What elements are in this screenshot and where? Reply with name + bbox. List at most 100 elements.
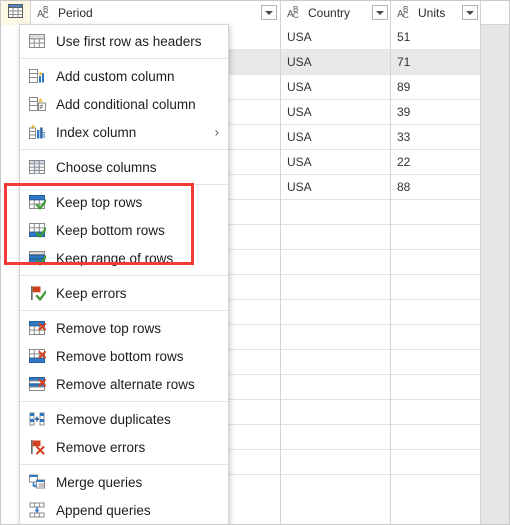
menu-item-keep-errors[interactable]: Keep errors <box>20 279 228 307</box>
table-cell[interactable] <box>391 425 480 450</box>
remove-duplicates-icon <box>28 410 46 428</box>
remove-alternate-rows-icon <box>28 375 46 393</box>
table-cell[interactable] <box>391 350 480 375</box>
add-custom-column-icon <box>28 67 46 85</box>
column-body-units: 51 71 89 39 33 22 88 <box>391 25 481 524</box>
table-cell[interactable] <box>391 450 480 475</box>
menu-item-remove-bottom-rows[interactable]: Remove bottom rows <box>20 342 228 370</box>
menu-item-label: Remove duplicates <box>56 411 171 427</box>
table-cell[interactable] <box>391 250 480 275</box>
menu-item-append-queries[interactable]: Append queries <box>20 496 228 524</box>
table-cell[interactable] <box>391 225 480 250</box>
table-cell[interactable]: USA <box>281 100 390 125</box>
table-cell[interactable] <box>391 275 480 300</box>
reduce-rows-context-menu[interactable]: Use first row as headers Add custom colum… <box>19 24 229 524</box>
table-cell[interactable] <box>281 325 390 350</box>
table-cell[interactable]: USA <box>281 75 390 100</box>
menu-item-label: Keep bottom rows <box>56 222 165 238</box>
table-cell[interactable] <box>281 400 390 425</box>
keep-errors-icon <box>28 284 46 302</box>
table-cell[interactable]: USA <box>281 25 390 50</box>
menu-item-label: Index column <box>56 124 137 140</box>
table-cell[interactable]: 71 <box>391 50 480 75</box>
menu-item-remove-duplicates[interactable]: Remove duplicates <box>20 405 228 433</box>
menu-item-label: Remove errors <box>56 439 146 455</box>
table-cell[interactable] <box>281 375 390 400</box>
menu-separator <box>20 275 228 276</box>
keep-bottom-rows-icon <box>28 221 46 239</box>
menu-item-label: Append queries <box>56 502 151 518</box>
append-queries-icon <box>28 501 46 519</box>
menu-item-use-first-row-as-headers[interactable]: Use first row as headers <box>20 27 228 55</box>
menu-item-label: Keep range of rows <box>56 250 174 266</box>
menu-item-label: Keep errors <box>56 285 127 301</box>
table-cell[interactable] <box>391 325 480 350</box>
menu-separator <box>20 310 228 311</box>
table-cell[interactable]: 51 <box>391 25 480 50</box>
table-cell[interactable] <box>281 275 390 300</box>
menu-item-keep-bottom-rows[interactable]: Keep bottom rows <box>20 216 228 244</box>
filter-dropdown-icon-period[interactable] <box>261 5 277 20</box>
menu-item-index-column[interactable]: Index column › <box>20 118 228 146</box>
menu-item-remove-alternate-rows[interactable]: Remove alternate rows <box>20 370 228 398</box>
table-cell[interactable] <box>281 250 390 275</box>
column-header-period[interactable]: ABC Period <box>31 1 281 25</box>
menu-item-merge-queries[interactable]: Merge queries <box>20 468 228 496</box>
column-header-label: Period <box>58 6 93 20</box>
table-cell[interactable]: 22 <box>391 150 480 175</box>
menu-item-choose-columns[interactable]: Choose columns <box>20 153 228 181</box>
table-cell[interactable]: USA <box>281 125 390 150</box>
table-cell[interactable] <box>281 350 390 375</box>
table-cell[interactable] <box>281 200 390 225</box>
menu-item-keep-range-of-rows[interactable]: Keep range of rows <box>20 244 228 272</box>
menu-item-remove-errors[interactable]: Remove errors <box>20 433 228 461</box>
menu-item-keep-top-rows[interactable]: Keep top rows <box>20 188 228 216</box>
menu-item-label: Remove top rows <box>56 320 162 336</box>
menu-item-label: Merge queries <box>56 474 143 490</box>
table-cell[interactable] <box>281 300 390 325</box>
keep-top-rows-icon <box>28 193 46 211</box>
menu-item-label: Remove bottom rows <box>56 348 184 364</box>
table-cell[interactable]: 33 <box>391 125 480 150</box>
add-conditional-column-icon: ≠ <box>28 95 46 113</box>
menu-separator <box>20 184 228 185</box>
abc-text-type-icon: ABC <box>397 5 409 20</box>
remove-top-rows-icon <box>28 319 46 337</box>
column-header-label: Units <box>418 6 446 20</box>
filter-dropdown-icon-country[interactable] <box>372 5 388 20</box>
abc-text-type-icon: ABC <box>287 5 299 20</box>
menu-item-add-custom-column[interactable]: Add custom column <box>20 62 228 90</box>
table-cell[interactable]: 39 <box>391 100 480 125</box>
column-body-country: USA USA USA USA USA USA USA <box>281 25 391 524</box>
index-column-icon <box>28 123 46 141</box>
menu-item-label: Add custom column <box>56 68 175 84</box>
table-cell[interactable]: 88 <box>391 175 480 200</box>
chevron-right-icon: › <box>214 124 219 140</box>
filter-dropdown-icon-units[interactable] <box>462 5 478 20</box>
power-query-window: ABC Period ABC Country ABC Units USA USA… <box>0 0 510 525</box>
menu-item-label: Choose columns <box>56 159 157 175</box>
table-cell[interactable] <box>391 200 480 225</box>
grid-header-row: ABC Period ABC Country ABC Units <box>1 1 509 25</box>
table-cell[interactable]: USA <box>281 175 390 200</box>
choose-columns-icon <box>28 158 46 176</box>
menu-separator <box>20 58 228 59</box>
menu-separator <box>20 464 228 465</box>
table-cell[interactable]: USA <box>281 50 390 75</box>
menu-separator <box>20 401 228 402</box>
table-cell[interactable] <box>281 425 390 450</box>
table-cell[interactable] <box>281 450 390 475</box>
table-cell[interactable]: USA <box>281 150 390 175</box>
table-cell[interactable] <box>391 400 480 425</box>
table-cell[interactable]: 89 <box>391 75 480 100</box>
table-cell[interactable] <box>391 375 480 400</box>
menu-item-remove-top-rows[interactable]: Remove top rows <box>20 314 228 342</box>
select-all-cell[interactable] <box>1 1 31 25</box>
table-cell[interactable] <box>391 300 480 325</box>
table-icon <box>8 3 23 23</box>
table-cell[interactable] <box>281 225 390 250</box>
menu-item-label: Keep top rows <box>56 194 143 210</box>
keep-range-of-rows-icon <box>28 249 46 267</box>
menu-separator <box>20 149 228 150</box>
menu-item-add-conditional-column[interactable]: ≠ Add conditional column <box>20 90 228 118</box>
